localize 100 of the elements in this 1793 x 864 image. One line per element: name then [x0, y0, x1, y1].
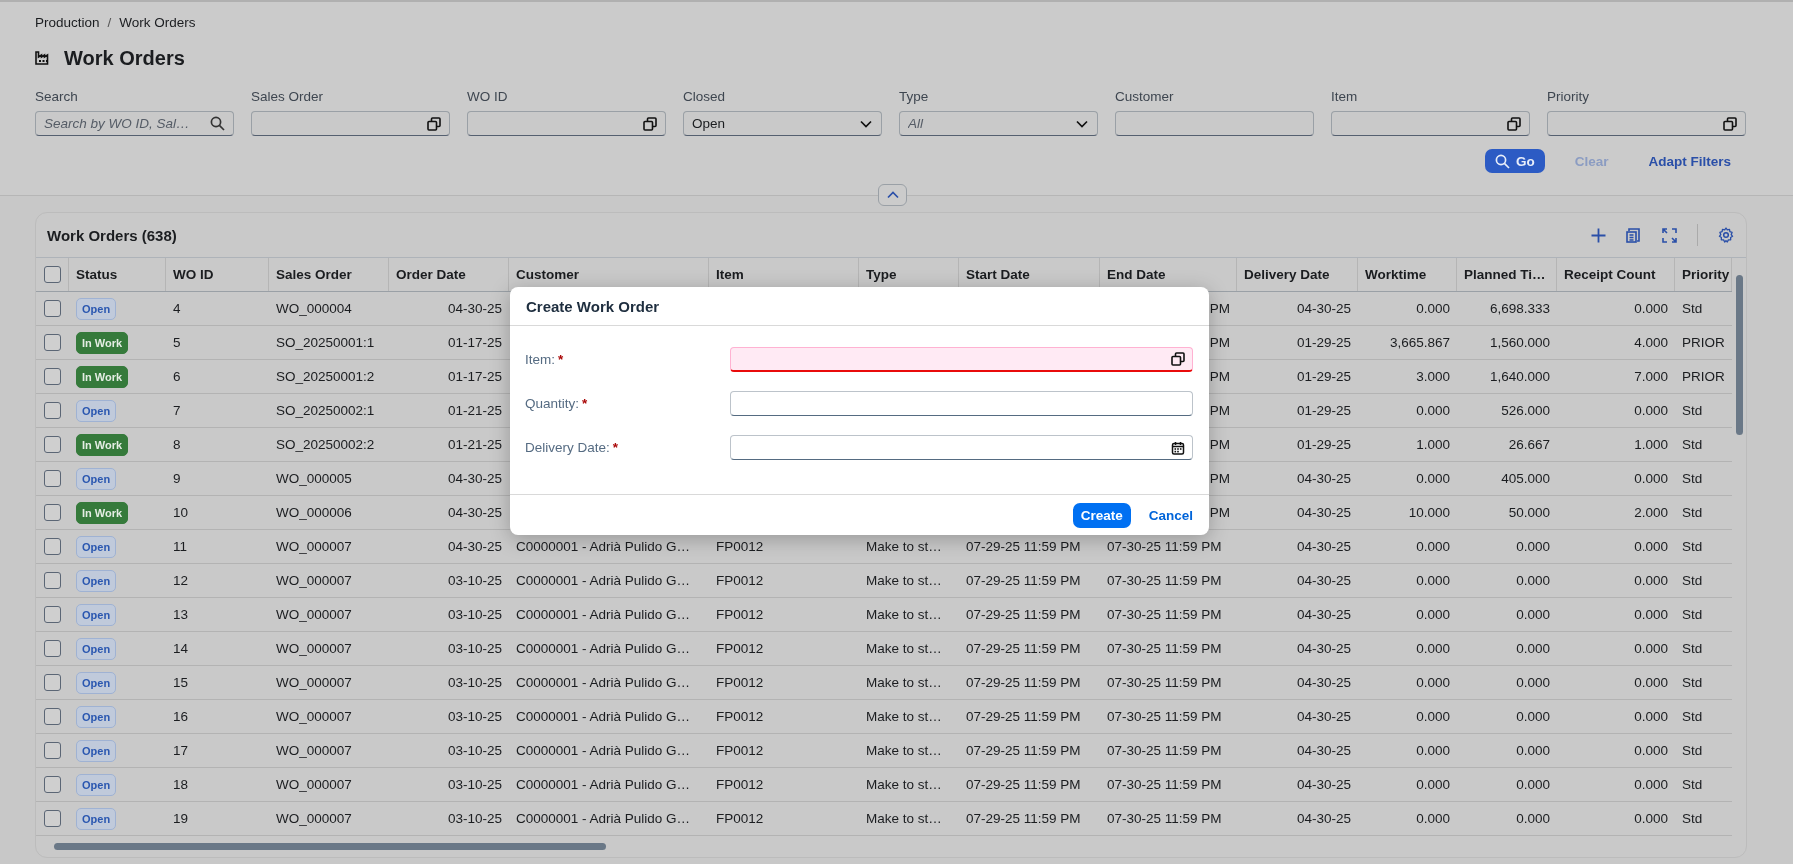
table-cell: 9	[173, 471, 181, 486]
table-cell: 1.000	[1416, 437, 1450, 452]
column-header[interactable]: Receipt Count	[1557, 258, 1675, 291]
status-badge: In Work	[76, 433, 129, 456]
row-checkbox[interactable]	[44, 334, 61, 351]
table-cell: 0.000	[1516, 777, 1550, 792]
table-cell: FP0012	[716, 539, 764, 554]
factory-icon	[35, 51, 50, 65]
value-help-icon[interactable]	[1723, 116, 1737, 131]
status-badge: Open	[76, 807, 117, 830]
input-field[interactable]	[1115, 111, 1314, 136]
column-header[interactable]: Planned Ti…	[1457, 258, 1557, 291]
table-cell: C0000001 - Adrià Pulido G…	[516, 539, 691, 554]
search-field[interactable]: Search by WO ID, Sal…	[35, 111, 234, 136]
table-cell: WO_000006	[276, 505, 352, 520]
export-icon[interactable]	[1626, 227, 1642, 243]
status-badge: Open	[76, 705, 117, 728]
table-cell: 0.000	[1416, 811, 1450, 826]
table-cell: 12	[173, 573, 189, 588]
go-button[interactable]: Go	[1484, 149, 1545, 173]
table-cell: FP0012	[716, 573, 764, 588]
row-checkbox[interactable]	[44, 776, 61, 793]
date-field[interactable]	[730, 435, 1193, 460]
table-cell: 07-30-25 11:59 PM	[1107, 641, 1222, 656]
input-field[interactable]	[730, 347, 1193, 372]
table-cell: 1.000	[1634, 437, 1668, 452]
table-cell: 04-30-25	[1296, 607, 1351, 622]
table-cell: WO_000007	[276, 573, 352, 588]
table-cell: 0.000	[1416, 403, 1450, 418]
row-checkbox[interactable]	[44, 742, 61, 759]
table-cell: 0.000	[1416, 607, 1450, 622]
table-cell: 03-10-25	[447, 607, 502, 622]
row-checkbox[interactable]	[44, 708, 61, 725]
input-field[interactable]	[1331, 111, 1530, 136]
table-cell: Std	[1682, 471, 1703, 486]
column-header[interactable]: Worktime	[1358, 258, 1457, 291]
field-label: Sales Order	[251, 89, 325, 105]
dropdown-field[interactable]: All	[899, 111, 1098, 136]
table-cell: 07-29-25 11:59 PM	[966, 743, 1081, 758]
row-checkbox[interactable]	[44, 436, 61, 453]
row-checkbox[interactable]	[44, 640, 61, 657]
row-checkbox[interactable]	[44, 504, 61, 521]
value-help-icon[interactable]	[1171, 352, 1185, 366]
table-cell: 7	[173, 403, 181, 418]
column-header[interactable]: Sales Order	[269, 258, 389, 291]
add-icon[interactable]	[1591, 227, 1606, 243]
row-checkbox[interactable]	[44, 300, 61, 317]
breadcrumb-link[interactable]: Production	[35, 14, 100, 32]
table-cell: 03-10-25	[447, 743, 502, 758]
search-icon[interactable]	[210, 116, 225, 131]
table-cell: PM	[1209, 505, 1230, 520]
cancel-button[interactable]: Cancel	[1140, 502, 1201, 528]
field-label: Priority	[1547, 89, 1590, 105]
dropdown-field[interactable]: Open	[683, 111, 882, 136]
breadcrumb-link[interactable]: Work Orders	[119, 14, 196, 32]
settings-icon[interactable]	[1718, 227, 1734, 243]
select-all-checkbox[interactable]	[43, 266, 61, 283]
column-header[interactable]: Status	[69, 258, 166, 291]
table-cell: Make to st…	[866, 743, 942, 758]
table-cell: PRIOR	[1682, 335, 1725, 350]
table-cell: C0000001 - Adrià Pulido G…	[516, 607, 691, 622]
table-cell: WO_000005	[276, 471, 352, 486]
table-cell: 0.000	[1516, 675, 1550, 690]
required-mark: *	[582, 396, 588, 411]
input-field[interactable]	[251, 111, 450, 136]
value-help-icon[interactable]	[643, 116, 657, 131]
value-help-icon[interactable]	[1507, 116, 1521, 131]
row-checkbox[interactable]	[44, 606, 61, 623]
table-cell: 4	[173, 301, 181, 316]
row-checkbox[interactable]	[44, 368, 61, 385]
row-checkbox[interactable]	[44, 810, 61, 827]
column-header[interactable]: Delivery Date	[1237, 258, 1358, 291]
row-checkbox[interactable]	[44, 572, 61, 589]
input-field[interactable]	[467, 111, 666, 136]
chevron-up-icon[interactable]	[886, 191, 899, 199]
column-header[interactable]: Order Date	[389, 258, 509, 291]
collapse-button[interactable]	[878, 184, 907, 206]
calendar-icon[interactable]	[1171, 440, 1185, 455]
search-icon[interactable]	[1494, 153, 1510, 169]
table-cell: FP0012	[716, 641, 764, 656]
table-cell: 0.000	[1516, 573, 1550, 588]
input-field[interactable]	[730, 391, 1193, 416]
table-cell: 6	[173, 369, 181, 384]
table-cell: WO_000007	[276, 607, 352, 622]
adapt-filters-button[interactable]: Adapt Filters	[1638, 149, 1741, 173]
row-checkbox[interactable]	[44, 402, 61, 419]
table-cell: 04-30-25	[1296, 641, 1351, 656]
table-cell: 04-30-25	[1296, 811, 1351, 826]
input-field[interactable]	[1547, 111, 1746, 136]
table-cell: 04-30-25	[1296, 471, 1351, 486]
row-checkbox[interactable]	[44, 674, 61, 691]
column-header[interactable]: WO ID	[166, 258, 269, 291]
create-button[interactable]: Create	[1072, 502, 1131, 528]
column-header[interactable]: Priority	[1675, 258, 1732, 291]
fullscreen-icon[interactable]	[1662, 227, 1677, 243]
row-checkbox[interactable]	[44, 470, 61, 487]
table-cell: 10	[173, 505, 189, 520]
table-cell: WO_000007	[276, 811, 352, 826]
value-help-icon[interactable]	[427, 116, 441, 131]
row-checkbox[interactable]	[44, 538, 61, 555]
